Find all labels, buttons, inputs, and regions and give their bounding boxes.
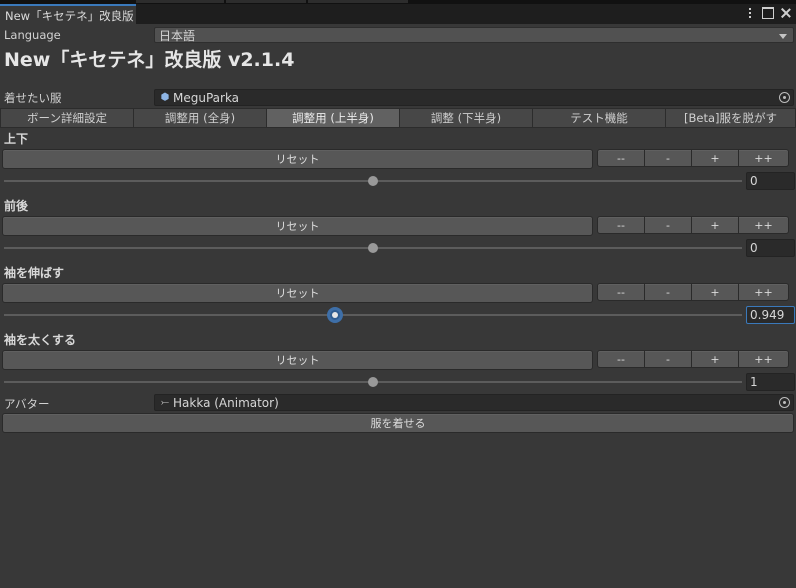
slider-thumb[interactable] bbox=[368, 243, 378, 253]
section-label: 上下 bbox=[4, 132, 29, 146]
slider-track[interactable] bbox=[4, 314, 742, 316]
tab-test-features[interactable]: テスト機能 bbox=[532, 108, 666, 128]
decrease-button[interactable]: - bbox=[644, 149, 692, 167]
increase-large-button[interactable]: ++ bbox=[738, 350, 789, 368]
value-field[interactable]: 0 bbox=[746, 239, 795, 257]
decrease-button[interactable]: - bbox=[644, 216, 692, 234]
section-label: 前後 bbox=[4, 199, 29, 213]
decrease-large-button[interactable]: -- bbox=[597, 216, 645, 234]
decrease-button[interactable]: - bbox=[644, 350, 692, 368]
reset-button[interactable]: リセット bbox=[2, 283, 593, 303]
increase-large-button[interactable]: ++ bbox=[738, 149, 789, 167]
step-button-group: -- - + ++ bbox=[597, 350, 789, 368]
animator-icon: ⤚ bbox=[161, 397, 169, 408]
object-picker-icon[interactable] bbox=[779, 397, 790, 408]
maximize-icon[interactable] bbox=[762, 7, 774, 19]
slider-thumb[interactable] bbox=[327, 307, 344, 323]
reset-button[interactable]: リセット bbox=[2, 216, 593, 236]
slider-thumb[interactable] bbox=[368, 176, 378, 186]
decrease-large-button[interactable]: -- bbox=[597, 149, 645, 167]
tab-full-body[interactable]: 調整用 (全身) bbox=[133, 108, 267, 128]
decrease-large-button[interactable]: -- bbox=[597, 283, 645, 301]
language-value: 日本語 bbox=[159, 28, 196, 43]
section-label: 袖を太くする bbox=[4, 333, 77, 347]
value-field[interactable]: 0 bbox=[746, 172, 795, 190]
increase-button[interactable]: + bbox=[691, 216, 739, 234]
step-button-group: -- - + ++ bbox=[597, 149, 789, 167]
object-picker-icon[interactable] bbox=[779, 92, 790, 103]
increase-large-button[interactable]: ++ bbox=[738, 216, 789, 234]
chevron-down-icon bbox=[779, 34, 787, 39]
reset-button[interactable]: リセット bbox=[2, 149, 593, 169]
reset-button[interactable]: リセット bbox=[2, 350, 593, 370]
decrease-large-button[interactable]: -- bbox=[597, 350, 645, 368]
window-tab-strip: New「キセテネ」改良版 bbox=[0, 0, 796, 24]
apply-outfit-button[interactable]: 服を着せる bbox=[2, 413, 794, 433]
increase-button[interactable]: + bbox=[691, 149, 739, 167]
page-title: New「キセテネ」改良版 v2.1.4 bbox=[4, 49, 295, 71]
avatar-label: アバター bbox=[4, 397, 50, 411]
avatar-object-field[interactable]: ⤚ Hakka (Animator) bbox=[154, 394, 794, 411]
value-field[interactable]: 1 bbox=[746, 373, 795, 391]
increase-button[interactable]: + bbox=[691, 350, 739, 368]
window-tab[interactable]: New「キセテネ」改良版 bbox=[0, 4, 136, 24]
adjust-tabs: ボーン詳細設定 調整用 (全身) 調整用 (上半身) 調整 (下半身) テスト機… bbox=[0, 108, 796, 128]
avatar-value: Hakka (Animator) bbox=[173, 395, 279, 410]
value-field[interactable]: 0.949 bbox=[746, 306, 795, 324]
tab-upper-body[interactable]: 調整用 (上半身) bbox=[266, 108, 400, 128]
tab-beta-undress[interactable]: [Beta]服を脱がす bbox=[665, 108, 796, 128]
section-label: 袖を伸ばす bbox=[4, 266, 65, 280]
step-button-group: -- - + ++ bbox=[597, 283, 789, 301]
increase-button[interactable]: + bbox=[691, 283, 739, 301]
kebab-menu-icon[interactable] bbox=[744, 7, 756, 19]
language-label: Language bbox=[4, 28, 61, 42]
increase-large-button[interactable]: ++ bbox=[738, 283, 789, 301]
step-button-group: -- - + ++ bbox=[597, 216, 789, 234]
slider-thumb[interactable] bbox=[368, 377, 378, 387]
outfit-value: MeguParka bbox=[173, 90, 240, 105]
prefab-cube-icon: ⬢ bbox=[160, 92, 170, 103]
close-icon[interactable] bbox=[780, 7, 792, 19]
outfit-label: 着せたい服 bbox=[4, 91, 62, 105]
decrease-button[interactable]: - bbox=[644, 283, 692, 301]
tab-bone-detail[interactable]: ボーン詳細設定 bbox=[0, 108, 134, 128]
language-dropdown[interactable]: 日本語 bbox=[154, 27, 794, 43]
outfit-object-field[interactable]: ⬢ MeguParka bbox=[154, 89, 794, 106]
tab-lower-body[interactable]: 調整 (下半身) bbox=[399, 108, 533, 128]
